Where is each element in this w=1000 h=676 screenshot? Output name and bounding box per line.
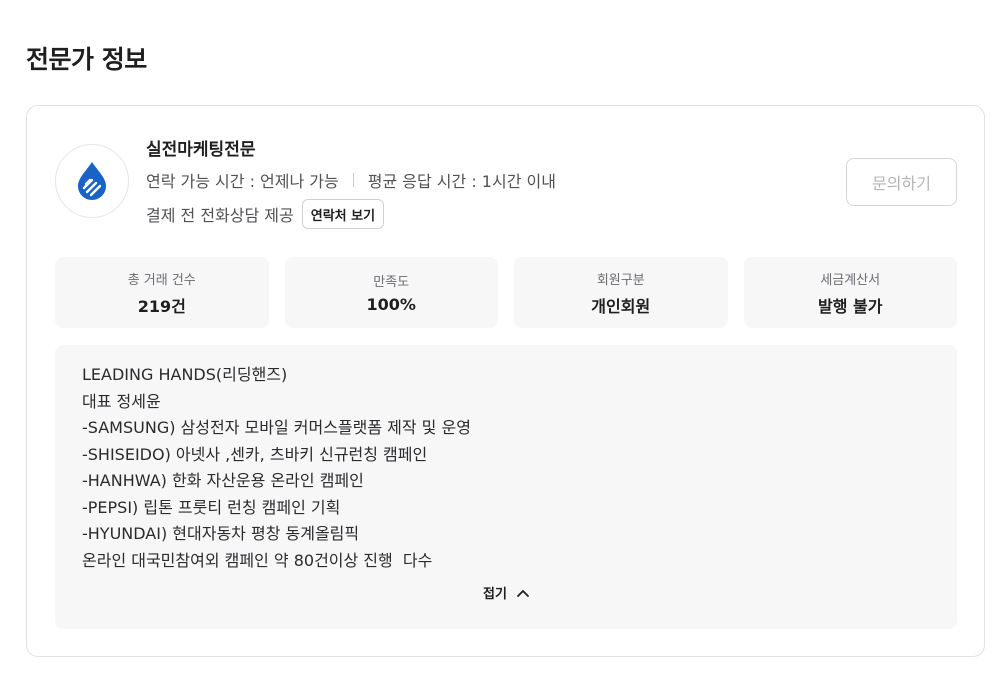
stat-satisfaction: 만족도 100% bbox=[284, 257, 498, 328]
stat-label: 회원구분 bbox=[596, 272, 645, 288]
contact-hours: 연락 가능 시간 : 언제나 가능 bbox=[146, 172, 339, 191]
drop-hand-icon bbox=[78, 162, 106, 200]
stat-label: 세금계산서 bbox=[820, 272, 881, 288]
response-time: 평균 응답 시간 : 1시간 이내 bbox=[367, 172, 556, 191]
phone-consult-row: 결제 전 전화상담 제공 연락처 보기 bbox=[146, 199, 385, 229]
description-line: -SHISEIDO) 아넷사 ,센카, 츠바키 신규런칭 캠페인 bbox=[82, 444, 428, 464]
description-line: LEADING HANDS(리딩핸즈) bbox=[82, 365, 288, 384]
description-line: -SAMSUNG) 삼성전자 모바일 커머스플랫폼 제작 및 운영 bbox=[82, 418, 471, 437]
description-line: 온라인 대국민참여외 캠페인 약 80건이상 진행 다수 bbox=[82, 550, 433, 570]
description-box: LEADING HANDS(리딩핸즈) 대표 정세윤 -SAMSUNG) 삼성전… bbox=[55, 345, 957, 629]
stat-label: 만족도 bbox=[373, 275, 410, 290]
stat-value: 219건 bbox=[137, 296, 186, 316]
chevron-up-icon bbox=[517, 589, 529, 597]
stat-value: 발행 불가 bbox=[818, 296, 883, 316]
divider bbox=[352, 173, 354, 187]
stat-label: 총 거래 건수 bbox=[127, 272, 196, 288]
section-title: 전문가 정보 bbox=[26, 45, 147, 74]
collapse-label: 접기 bbox=[483, 587, 507, 602]
avatar bbox=[55, 144, 129, 218]
expert-name: 실전마케팅전문 bbox=[146, 140, 256, 160]
inquiry-button[interactable]: 문의하기 bbox=[846, 158, 957, 206]
description-line: -HANHWA) 한화 자산운용 온라인 캠페인 bbox=[82, 471, 364, 490]
collapse-button[interactable]: 접기 bbox=[55, 583, 957, 602]
expert-info-card: 실전마케팅전문 연락 가능 시간 : 언제나 가능 평균 응답 시간 : 1시간… bbox=[26, 105, 985, 657]
stat-tax-invoice: 세금계산서 발행 불가 bbox=[743, 257, 957, 328]
stat-member-type: 회원구분 개인회원 bbox=[514, 257, 728, 328]
stat-value: 개인회원 bbox=[591, 296, 651, 316]
description-line: 대표 정세윤 bbox=[82, 391, 161, 411]
stat-total-deals: 총 거래 건수 219건 bbox=[55, 257, 269, 328]
stats-row: 총 거래 건수 219건 만족도 100% 회원구분 개인회원 세금계산서 발행… bbox=[55, 257, 957, 328]
phone-consult-label: 결제 전 전화상담 제공 bbox=[146, 206, 294, 225]
stat-value: 100% bbox=[366, 295, 416, 314]
description-line: -HYUNDAI) 현대자동차 평창 동계올림픽 bbox=[82, 524, 360, 543]
availability-row: 연락 가능 시간 : 언제나 가능 평균 응답 시간 : 1시간 이내 bbox=[146, 168, 556, 192]
description-line: -PEPSI) 립톤 프룻티 런칭 캠페인 기획 bbox=[82, 497, 341, 517]
description-text: LEADING HANDS(리딩핸즈) 대표 정세윤 -SAMSUNG) 삼성전… bbox=[82, 362, 471, 574]
view-contact-button[interactable]: 연락처 보기 bbox=[301, 199, 385, 229]
